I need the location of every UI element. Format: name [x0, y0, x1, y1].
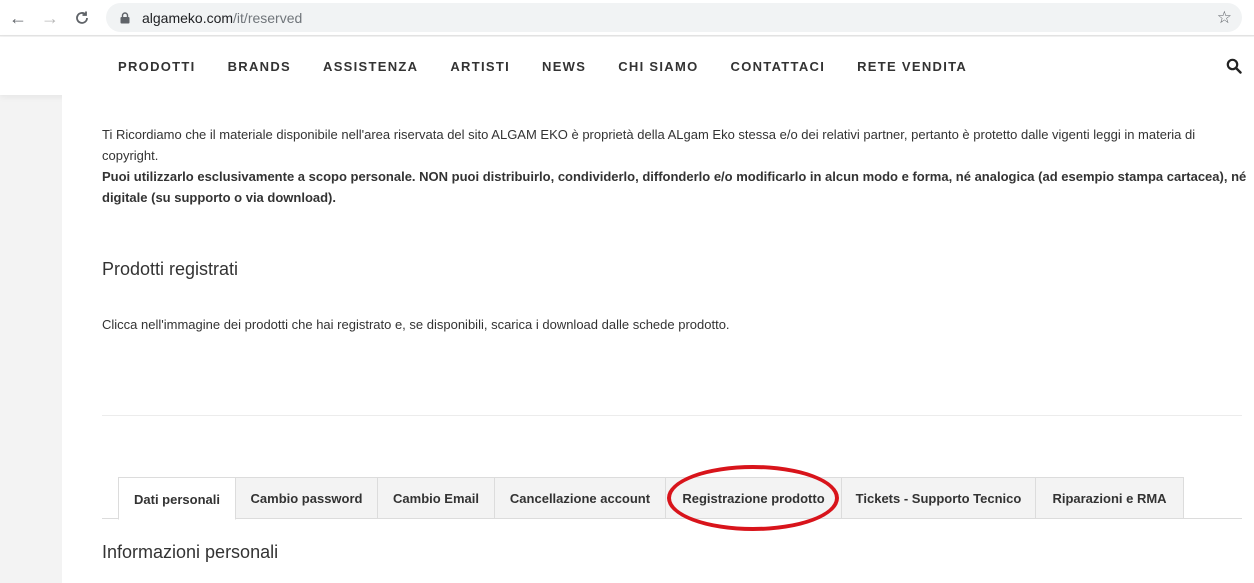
url-host: algameko.com	[142, 9, 234, 26]
account-tabs: Dati personali Cambio password Cambio Em…	[102, 477, 1242, 520]
address-bar[interactable]: algameko.com/it/reserved ☆	[106, 3, 1242, 32]
menu-item-contattaci[interactable]: CONTATTACI	[715, 59, 842, 74]
personal-info-title: Informazioni personali	[102, 542, 279, 562]
reserved-area-content: Ti Ricordiamo che il materiale disponibi…	[62, 95, 1254, 583]
tab-dati-personali[interactable]: Dati personali	[118, 477, 236, 520]
browser-toolbar: ← → algameko.com/it/reserved ☆	[0, 0, 1254, 36]
section-divider	[102, 415, 1242, 416]
menu-item-assistenza[interactable]: ASSISTENZA	[307, 59, 434, 74]
registered-products-description: Clicca nell'immagine dei prodotti che ha…	[102, 317, 730, 332]
url-text: algameko.com/it/reserved	[142, 10, 302, 26]
bookmark-star-icon[interactable]: ☆	[1217, 8, 1232, 28]
url-path: /it/reserved	[233, 9, 303, 26]
copyright-notice-text: Ti Ricordiamo che il materiale disponibi…	[102, 127, 1196, 163]
back-arrow-icon[interactable]: ←	[6, 6, 30, 30]
tab-cambio-email[interactable]: Cambio Email	[378, 477, 495, 519]
menu-item-chi-siamo[interactable]: CHI SIAMO	[602, 59, 714, 74]
site-header: PRODOTTI BRANDS ASSISTENZA ARTISTI NEWS …	[0, 37, 1254, 95]
lock-icon	[118, 11, 132, 25]
menu-item-brands[interactable]: BRANDS	[212, 59, 307, 74]
reload-icon[interactable]	[70, 6, 94, 30]
forward-arrow-icon[interactable]: →	[38, 6, 62, 30]
main-menu: PRODOTTI BRANDS ASSISTENZA ARTISTI NEWS …	[102, 37, 983, 95]
registered-products-title: Prodotti registrati	[102, 259, 239, 279]
tab-tickets-supporto-tecnico[interactable]: Tickets - Supporto Tecnico	[842, 477, 1036, 519]
menu-item-artisti[interactable]: ARTISTI	[434, 59, 526, 74]
tab-registrazione-prodotto[interactable]: Registrazione prodotto	[666, 477, 842, 519]
menu-item-rete-vendita[interactable]: RETE VENDITA	[841, 59, 983, 74]
tab-cambio-password[interactable]: Cambio password	[236, 477, 378, 519]
menu-item-prodotti[interactable]: PRODOTTI	[102, 59, 212, 74]
tab-riparazioni-rma[interactable]: Riparazioni e RMA	[1036, 477, 1184, 519]
copyright-notice: Ti Ricordiamo che il materiale disponibi…	[102, 124, 1252, 208]
tab-cancellazione-account[interactable]: Cancellazione account	[495, 477, 666, 519]
copyright-notice-strong: Puoi utilizzarlo esclusivamente a scopo …	[102, 169, 1247, 205]
search-icon[interactable]	[1226, 58, 1242, 74]
menu-item-news[interactable]: NEWS	[526, 59, 602, 74]
